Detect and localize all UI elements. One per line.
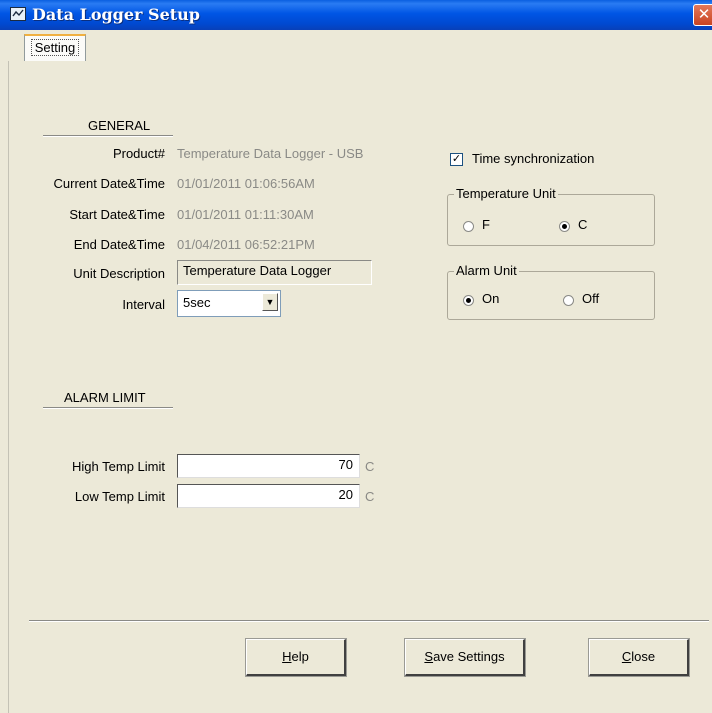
current-datetime-value: 01/01/2011 01:06:56AM: [177, 176, 315, 191]
general-divider: [43, 135, 173, 137]
settings-panel: GENERAL Product# Temperature Data Logger…: [8, 61, 709, 713]
help-button-label: elp: [291, 649, 309, 664]
save-settings-button-mnemonic: S: [424, 649, 434, 664]
temperature-unit-f-radio[interactable]: [463, 221, 474, 232]
high-temp-limit-input[interactable]: 70: [177, 454, 360, 478]
close-window-button[interactable]: ✕: [693, 4, 712, 26]
end-datetime-label: End Date&Time: [73, 237, 165, 252]
high-temp-limit-label: High Temp Limit: [72, 459, 165, 474]
save-settings-button[interactable]: Save Settings: [404, 638, 526, 677]
product-label: Product#: [112, 146, 165, 161]
alarm-unit-on-label: On: [482, 291, 500, 306]
help-button-mnemonic: H: [282, 649, 292, 664]
high-temp-limit-unit: C: [365, 459, 375, 474]
interval-label: Interval: [122, 297, 165, 312]
temperature-unit-c-radio[interactable]: [559, 221, 570, 232]
unit-description-field[interactable]: Temperature Data Logger: [177, 260, 372, 285]
low-temp-limit-label: Low Temp Limit: [74, 489, 165, 504]
help-button[interactable]: Help: [245, 638, 347, 677]
end-datetime-value: 01/04/2011 06:52:21PM: [177, 237, 315, 252]
chart-app-icon: [10, 7, 26, 21]
title-bar[interactable]: Data Logger Setup ✕: [0, 0, 712, 30]
low-temp-limit-unit: C: [365, 489, 375, 504]
low-temp-limit-input[interactable]: 20: [177, 484, 360, 508]
close-button[interactable]: Close: [588, 638, 690, 677]
close-button-mnemonic: C: [621, 649, 632, 664]
unit-description-label: Unit Description: [73, 266, 165, 281]
current-datetime-label: Current Date&Time: [53, 176, 166, 191]
tab-setting-label: Setting: [30, 39, 80, 56]
temperature-unit-f-label: F: [482, 217, 490, 232]
alarm-unit-on-radio[interactable]: [463, 295, 474, 306]
close-button-label: lose: [631, 649, 656, 664]
temperature-unit-title: Temperature Unit: [454, 186, 558, 201]
time-sync-label: Time synchronization: [472, 151, 595, 166]
temperature-unit-c-label: C: [578, 217, 588, 232]
alarm-limit-heading: ALARM LIMIT: [64, 390, 146, 405]
tab-setting[interactable]: Setting: [24, 34, 86, 61]
time-sync-checkbox[interactable]: ✓: [450, 153, 463, 166]
dropdown-arrow-icon[interactable]: ▼: [262, 293, 278, 311]
alarm-unit-off-radio[interactable]: [563, 295, 574, 306]
alarm-unit-off-label: Off: [582, 291, 600, 306]
general-heading: GENERAL: [88, 118, 151, 133]
alarm-unit-title: Alarm Unit: [454, 263, 519, 278]
window-title: Data Logger Setup: [32, 5, 200, 24]
alarm-unit-group: [447, 271, 655, 320]
start-datetime-label: Start Date&Time: [69, 207, 165, 222]
save-settings-button-label: ave Settings: [433, 649, 505, 664]
alarm-limit-divider: [43, 407, 173, 409]
interval-select[interactable]: 5sec ▼: [177, 290, 281, 317]
interval-selected-value: 5sec: [183, 295, 211, 310]
product-value: Temperature Data Logger - USB: [177, 146, 364, 161]
start-datetime-value: 01/01/2011 01:11:30AM: [177, 207, 314, 222]
data-logger-setup-window: Data Logger Setup ✕ Setting GENERAL Prod…: [0, 0, 712, 713]
temperature-unit-group: [447, 194, 655, 246]
footer-divider: [29, 620, 709, 622]
